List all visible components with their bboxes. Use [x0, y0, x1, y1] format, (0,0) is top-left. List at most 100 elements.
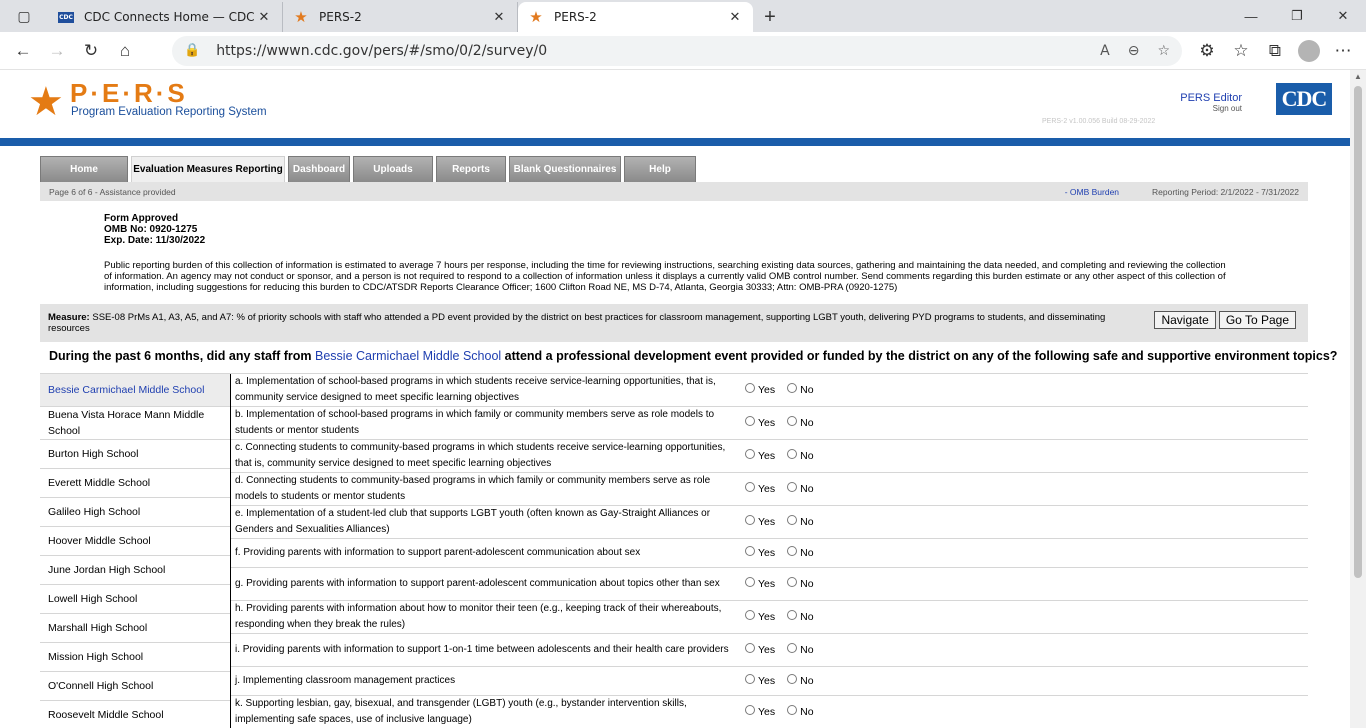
school-item[interactable]: Mission High School	[40, 643, 230, 672]
topic-text: e. Implementation of a student-led club …	[235, 508, 711, 535]
no-radio[interactable]	[787, 482, 798, 492]
address-bar[interactable]: 🔒 https://wwwn.cdc.gov/pers/#/smo/0/2/su…	[172, 35, 1182, 66]
minimize-icon[interactable]: —	[1228, 0, 1274, 32]
no-radio[interactable]	[787, 383, 798, 393]
close-icon[interactable]: ✕	[256, 10, 272, 25]
school-item[interactable]: Bessie Carmichael Middle School	[40, 374, 230, 407]
profile-icon[interactable]	[1292, 36, 1326, 66]
nav-tab-dashboard[interactable]: Dashboard	[288, 156, 350, 182]
yes-radio[interactable]	[745, 705, 755, 715]
yes-radio[interactable]	[745, 449, 755, 459]
tab-actions-icon[interactable]: ▢	[0, 0, 48, 32]
no-radio[interactable]	[787, 515, 798, 525]
close-icon[interactable]: ✕	[491, 10, 507, 25]
yes-radio[interactable]	[745, 416, 755, 426]
pers-editor-link[interactable]: PERS Editor	[1180, 92, 1242, 104]
no-option[interactable]: No	[787, 416, 814, 429]
no-label: No	[800, 644, 814, 656]
school-item[interactable]: Burton High School	[40, 440, 230, 469]
yes-radio[interactable]	[745, 515, 755, 525]
forward-icon[interactable]: →	[40, 36, 74, 66]
restore-icon[interactable]: ❐	[1274, 0, 1320, 32]
no-option[interactable]: No	[787, 383, 814, 396]
no-option[interactable]: No	[787, 449, 814, 462]
no-option[interactable]: No	[787, 643, 814, 656]
new-tab-button[interactable]: +	[753, 2, 787, 32]
yes-radio[interactable]	[745, 674, 755, 684]
favorites-icon[interactable]: ☆	[1224, 36, 1258, 66]
yes-option[interactable]: Yes	[745, 416, 775, 429]
yes-radio[interactable]	[745, 482, 755, 492]
nav-tab-uploads[interactable]: Uploads	[353, 156, 433, 182]
topic-text: g. Providing parents with information to…	[235, 578, 720, 589]
yes-radio[interactable]	[745, 577, 755, 587]
yes-radio[interactable]	[745, 610, 755, 620]
nav-tab-reports[interactable]: Reports	[436, 156, 506, 182]
yes-option[interactable]: Yes	[745, 482, 775, 495]
no-option[interactable]: No	[787, 577, 814, 590]
topic-row: g. Providing parents with information to…	[231, 568, 1308, 601]
no-option[interactable]: No	[787, 546, 814, 559]
go-to-page-button[interactable]: Go To Page	[1218, 311, 1296, 329]
no-option[interactable]: No	[787, 482, 814, 495]
school-item[interactable]: June Jordan High School	[40, 556, 230, 585]
no-option[interactable]: No	[787, 610, 814, 623]
yes-option[interactable]: Yes	[745, 546, 775, 559]
school-item[interactable]: Hoover Middle School	[40, 527, 230, 556]
home-icon[interactable]: ⌂	[108, 36, 142, 66]
yes-option[interactable]: Yes	[745, 610, 775, 623]
no-radio[interactable]	[787, 577, 798, 587]
close-icon[interactable]: ✕	[727, 10, 743, 25]
collections-icon[interactable]: ⧉	[1258, 36, 1292, 66]
yes-radio[interactable]	[745, 643, 755, 653]
sign-out-link[interactable]: Sign out	[1180, 104, 1242, 113]
no-option[interactable]: No	[787, 674, 814, 687]
no-radio[interactable]	[787, 546, 798, 556]
school-item[interactable]: Galileo High School	[40, 498, 230, 527]
no-radio[interactable]	[787, 416, 798, 426]
no-option[interactable]: No	[787, 705, 814, 718]
nav-tab-home[interactable]: Home	[40, 156, 128, 182]
no-radio[interactable]	[787, 610, 798, 620]
browser-tab-pers-2-active[interactable]: ★ PERS-2 ✕	[518, 2, 753, 32]
no-radio[interactable]	[787, 643, 798, 653]
zoom-icon[interactable]: ⊖	[1128, 43, 1140, 59]
read-aloud-icon[interactable]: A	[1100, 43, 1110, 59]
lock-icon[interactable]: 🔒	[184, 43, 200, 58]
favorite-add-icon[interactable]: ☆	[1157, 43, 1170, 59]
yes-option[interactable]: Yes	[745, 705, 775, 718]
yes-option[interactable]: Yes	[745, 577, 775, 590]
school-item[interactable]: Lowell High School	[40, 585, 230, 614]
no-radio[interactable]	[787, 705, 798, 715]
page-scrollbar[interactable]: ▲	[1350, 70, 1366, 728]
yes-option[interactable]: Yes	[745, 383, 775, 396]
yes-radio[interactable]	[745, 546, 755, 556]
school-item[interactable]: O'Connell High School	[40, 672, 230, 701]
yes-option[interactable]: Yes	[745, 674, 775, 687]
more-icon[interactable]: ⋯	[1326, 36, 1360, 66]
no-option[interactable]: No	[787, 515, 814, 528]
no-radio[interactable]	[787, 674, 798, 684]
refresh-icon[interactable]: ↻	[74, 36, 108, 66]
browser-tab-cdc-connects[interactable]: CDC CDC Connects Home — CDC Co ✕	[48, 2, 283, 32]
school-item[interactable]: Roosevelt Middle School	[40, 701, 230, 728]
yes-option[interactable]: Yes	[745, 515, 775, 528]
nav-tab-evaluation-measures-reporting[interactable]: Evaluation Measures Reporting	[131, 156, 285, 182]
yes-option[interactable]: Yes	[745, 643, 775, 656]
nav-tab-blank-questionnaires[interactable]: Blank Questionnaires	[509, 156, 621, 182]
omb-burden-link[interactable]: - OMB Burden	[1065, 187, 1119, 197]
extensions-icon[interactable]: ⚙	[1190, 36, 1224, 66]
navigate-button[interactable]: Navigate	[1154, 311, 1216, 329]
scroll-thumb[interactable]	[1354, 86, 1362, 578]
nav-tab-help[interactable]: Help	[624, 156, 696, 182]
school-item[interactable]: Buena Vista Horace Mann Middle School	[40, 407, 230, 440]
url-text[interactable]: https://wwwn.cdc.gov/pers/#/smo/0/2/surv…	[216, 43, 1082, 59]
no-radio[interactable]	[787, 449, 798, 459]
yes-option[interactable]: Yes	[745, 449, 775, 462]
back-icon[interactable]: ←	[6, 36, 40, 66]
close-window-icon[interactable]: ✕	[1320, 0, 1366, 32]
yes-radio[interactable]	[745, 383, 755, 393]
school-item[interactable]: Marshall High School	[40, 614, 230, 643]
browser-tab-pers-2[interactable]: ★ PERS-2 ✕	[283, 2, 518, 32]
school-item[interactable]: Everett Middle School	[40, 469, 230, 498]
